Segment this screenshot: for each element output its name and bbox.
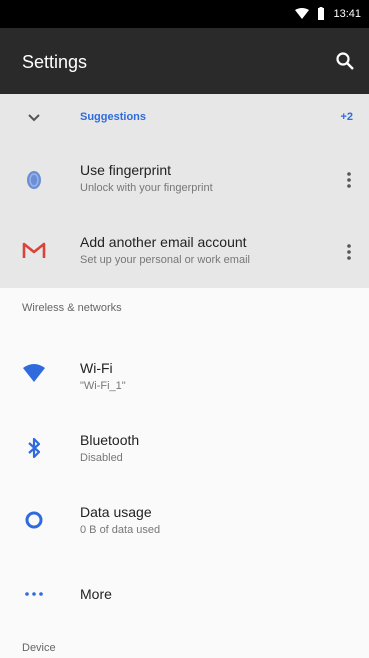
page-title: Settings	[22, 52, 88, 72]
suggestion-title: Add another email account	[80, 234, 247, 250]
suggestions-count: +2	[340, 111, 353, 123]
suggestions-panel: Suggestions +2 Use fingerprint Unlock wi…	[0, 94, 369, 288]
suggestion-subtitle: Set up your personal or work email	[80, 254, 250, 266]
suggestion-subtitle: Unlock with your fingerprint	[80, 182, 213, 194]
settings-item-title: Data usage	[80, 504, 152, 520]
settings-item-subtitle: Disabled	[80, 452, 123, 464]
settings-item-bluetooth[interactable]: Bluetooth Disabled	[0, 410, 369, 486]
gmail-icon	[22, 242, 46, 258]
suggestion-item-fingerprint[interactable]: Use fingerprint Unlock with your fingerp…	[0, 144, 369, 216]
status-time: 13:41	[333, 7, 361, 20]
suggestion-item-email[interactable]: Add another email account Set up your pe…	[0, 216, 369, 288]
wifi-icon	[295, 7, 310, 19]
fingerprint-icon	[27, 171, 41, 189]
settings-item-subtitle: 0 B of data used	[80, 524, 161, 536]
suggestion-title: Use fingerprint	[80, 162, 172, 178]
settings-item-title: Bluetooth	[80, 432, 140, 448]
settings-item-subtitle: "Wi-Fi_1"	[80, 380, 126, 392]
status-bar: 13:41	[0, 0, 369, 28]
bluetooth-icon	[28, 437, 41, 459]
battery-icon	[318, 7, 325, 20]
data-usage-icon	[25, 511, 43, 529]
overflow-menu-icon[interactable]	[347, 171, 351, 189]
settings-item-title: More	[80, 586, 112, 602]
settings-item-title: Wi-Fi	[80, 360, 113, 376]
chevron-down-icon[interactable]	[28, 114, 40, 122]
section-title-wireless: Wireless & networks	[22, 302, 122, 314]
settings-item-wifi[interactable]: Wi-Fi "Wi-Fi_1"	[0, 334, 369, 410]
suggestions-label: Suggestions	[80, 111, 147, 123]
search-icon[interactable]	[335, 51, 355, 71]
more-dots-icon	[25, 592, 43, 596]
suggestions-header[interactable]: Suggestions +2	[0, 94, 369, 144]
settings-item-data-usage[interactable]: Data usage 0 B of data used	[0, 486, 369, 562]
app-bar: Settings	[0, 28, 369, 94]
wifi-icon	[23, 364, 45, 382]
section-title-device: Device	[22, 642, 56, 654]
settings-item-more[interactable]: More	[0, 562, 369, 626]
overflow-menu-icon[interactable]	[347, 243, 351, 261]
